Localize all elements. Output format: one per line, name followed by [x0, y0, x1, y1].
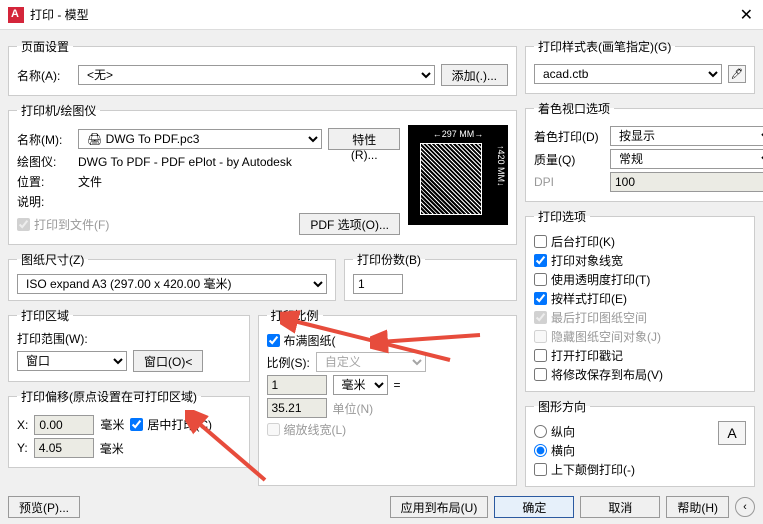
- landscape-radio[interactable]: 横向: [534, 442, 718, 459]
- desc-label: 说明:: [17, 193, 72, 210]
- x-label: X:: [17, 418, 28, 432]
- options-legend: 打印选项: [534, 208, 590, 225]
- scale-num2: [267, 398, 327, 418]
- edit-style-icon[interactable]: 🖊: [728, 65, 746, 83]
- printer-group: 打印机/绘图仪 ←297 MM→ ↑420 MM↓ 名称(M): 🖨 DWG T…: [8, 102, 517, 245]
- range-select[interactable]: 窗口: [17, 351, 127, 371]
- dpi-input: [610, 172, 763, 192]
- plot-to-file-check: 打印到文件(F): [17, 216, 109, 233]
- preview-width: ←297 MM→: [408, 129, 508, 139]
- paper-size-select[interactable]: ISO expand A3 (297.00 x 420.00 毫米): [17, 274, 327, 294]
- equals: =: [394, 378, 401, 392]
- styles-check[interactable]: 按样式打印(E): [534, 290, 746, 307]
- y-label: Y:: [17, 441, 28, 455]
- scale-num1: [267, 375, 327, 395]
- page-setup-name-select[interactable]: <无>: [78, 65, 435, 85]
- bg-check[interactable]: 后台打印(K): [534, 233, 746, 250]
- save-check[interactable]: 将修改保存到布局(V): [534, 366, 746, 383]
- shaded-group: 着色视口选项 着色打印(D) 按显示 质量(Q) 常规 DPI: [525, 100, 763, 202]
- scale-lineweight-check: 缩放线宽(L): [267, 421, 509, 438]
- window-button[interactable]: 窗口(O)<: [133, 350, 203, 372]
- printer-name-select[interactable]: 🖨 DWG To PDF.pc3: [78, 129, 322, 149]
- scale-group: 打印比例 布满图纸( 比例(S): 自定义 毫米 = 单位(N) 缩放线宽(L): [258, 307, 518, 486]
- location-label: 位置:: [17, 173, 72, 190]
- plotter-value: DWG To PDF - PDF ePlot - by Autodesk: [78, 155, 292, 169]
- y-input: [34, 438, 94, 458]
- shade-label: 着色打印(D): [534, 128, 604, 145]
- shade-select[interactable]: 按显示: [610, 126, 763, 146]
- app-icon: [8, 7, 24, 23]
- options-group: 打印选项 后台打印(K) 打印对象线宽 使用透明度打印(T) 按样式打印(E) …: [525, 208, 755, 392]
- unit-select[interactable]: 毫米: [333, 375, 388, 395]
- range-label: 打印范围(W):: [17, 330, 241, 347]
- center-check[interactable]: 居中打印(C): [130, 416, 212, 433]
- ratio-label: 比例(S):: [267, 354, 310, 371]
- apply-button[interactable]: 应用到布局(U): [390, 496, 489, 518]
- style-table-select[interactable]: acad.ctb: [534, 64, 722, 84]
- copies-input[interactable]: [353, 274, 403, 294]
- paper-size-group: 图纸尺寸(Z) ISO expand A3 (297.00 x 420.00 毫…: [8, 251, 336, 301]
- preview-height: ↑420 MM↓: [496, 145, 506, 187]
- hide-check: 隐藏图纸空间对象(J): [534, 328, 746, 345]
- x-unit: 毫米: [100, 416, 124, 433]
- fit-check[interactable]: 布满图纸(: [267, 332, 509, 349]
- offset-group: 打印偏移(原点设置在可打印区域) X: 毫米 居中打印(C) Y: 毫米: [8, 388, 250, 468]
- orient-legend: 图形方向: [534, 398, 590, 415]
- orient-group: 图形方向 纵向 横向 上下颠倒打印(-) A: [525, 398, 755, 487]
- page-setup-legend: 页面设置: [17, 38, 73, 55]
- plot-area-legend: 打印区域: [17, 307, 73, 324]
- orientation-icon: A: [718, 421, 746, 445]
- lineweight-check[interactable]: 打印对象线宽: [534, 252, 746, 269]
- ok-button[interactable]: 确定: [494, 496, 574, 518]
- plotter-label: 绘图仪:: [17, 153, 72, 170]
- style-table-group: 打印样式表(画笔指定)(G) acad.ctb 🖊: [525, 38, 755, 94]
- quality-label: 质量(Q): [534, 151, 604, 168]
- close-icon[interactable]: ✕: [740, 5, 753, 25]
- stamp-check[interactable]: 打开打印戳记: [534, 347, 746, 364]
- printer-legend: 打印机/绘图仪: [17, 102, 100, 119]
- transparency-check[interactable]: 使用透明度打印(T): [534, 271, 746, 288]
- location-value: 文件: [78, 173, 102, 190]
- style-table-legend: 打印样式表(画笔指定)(G): [534, 38, 675, 55]
- cancel-button[interactable]: 取消: [580, 496, 660, 518]
- name-a-label: 名称(A):: [17, 67, 72, 84]
- scale-legend: 打印比例: [267, 307, 323, 324]
- paper-size-legend: 图纸尺寸(Z): [17, 251, 88, 268]
- window-title: 打印 - 模型: [30, 6, 89, 23]
- copies-group: 打印份数(B): [344, 251, 517, 301]
- plot-area-group: 打印区域 打印范围(W): 窗口 窗口(O)<: [8, 307, 250, 382]
- printer-name-label: 名称(M):: [17, 131, 72, 148]
- help-button[interactable]: 帮助(H): [666, 496, 729, 518]
- collapse-icon[interactable]: ‹: [735, 497, 755, 517]
- add-button[interactable]: 添加(.)...: [441, 64, 508, 86]
- pdf-options-button[interactable]: PDF 选项(O)...: [299, 213, 400, 235]
- offset-legend: 打印偏移(原点设置在可打印区域): [17, 388, 201, 405]
- dpi-label: DPI: [534, 175, 604, 189]
- copies-legend: 打印份数(B): [353, 251, 425, 268]
- upside-check[interactable]: 上下颠倒打印(-): [534, 461, 718, 478]
- x-input: [34, 415, 94, 435]
- page-setup-group: 页面设置 名称(A): <无> 添加(.)...: [8, 38, 517, 96]
- quality-select[interactable]: 常规: [610, 149, 763, 169]
- preview-button[interactable]: 预览(P)...: [8, 496, 80, 518]
- paper-preview: ←297 MM→ ↑420 MM↓: [408, 125, 508, 225]
- unit-label: 单位(N): [333, 400, 374, 417]
- y-unit: 毫米: [100, 440, 124, 457]
- properties-button[interactable]: 特性(R)...: [328, 128, 400, 150]
- shaded-legend: 着色视口选项: [534, 100, 614, 117]
- paperlast-check: 最后打印图纸空间: [534, 309, 746, 326]
- ratio-select: 自定义: [316, 352, 426, 372]
- portrait-radio[interactable]: 纵向: [534, 423, 718, 440]
